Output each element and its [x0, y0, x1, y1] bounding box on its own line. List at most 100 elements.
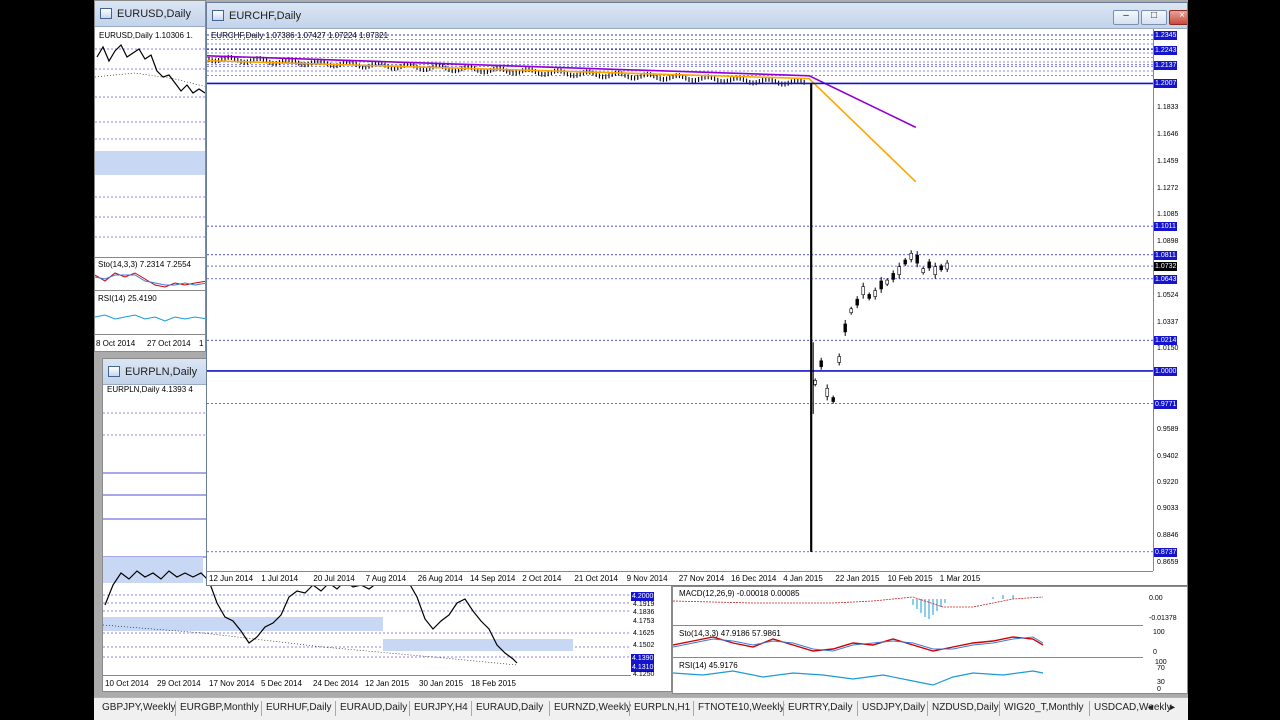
eurchf-date-label: 27 Nov 2014 [678, 574, 725, 583]
price-candle-body [915, 254, 919, 264]
eurpln-date-label: 29 Oct 2014 [157, 679, 201, 688]
eurchf-price-box: 0.8737 [1154, 547, 1178, 557]
eurchf-price-axis[interactable]: 1.1833 1.1646 1.1459 1.1272 1.1085 1.0898 1.05… [1153, 29, 1187, 571]
eurchf-price-box: 1.1011 [1154, 222, 1177, 232]
tab-separator [549, 701, 550, 716]
price-candle-body [813, 380, 817, 385]
chart-tab[interactable]: EURGBP,Monthly [180, 702, 259, 713]
eurpln-price-box: 4.1390 [631, 654, 655, 663]
price-candle-body [837, 356, 841, 363]
eurchf-date-label: 22 Jan 2015 [835, 574, 880, 583]
chart-tabs-bar: ◄ ► GBPJPY,Weekly EURGBP,Monthly EURHUF,Da… [94, 697, 1188, 720]
price-candle-body [879, 280, 883, 290]
eurchf-date-label: 12 Jun 2014 [209, 574, 254, 583]
eurchf-date-axis[interactable]: 12 Jun 2014 1 Jul 2014 20 Jul 2014 7 Aug 20… [207, 571, 1153, 585]
price-candle-body [819, 360, 823, 368]
eurpln-date-label: 17 Nov 2014 [209, 679, 255, 688]
price-candle-body [825, 388, 829, 397]
macd-level-label: 0.00 [1149, 595, 1163, 602]
macd-histogram[interactable] [673, 593, 1143, 623]
price-candle-body [831, 397, 835, 402]
chart-tab[interactable]: USDJPY,Daily [862, 702, 925, 713]
eurchf-date-label: 20 Jul 2014 [313, 574, 355, 583]
eurchf-date-label: 16 Dec 2014 [731, 574, 777, 583]
eurchf-date-label: 4 Jan 2015 [783, 574, 823, 583]
chart-tab[interactable]: EURAUD,Daily [340, 702, 407, 713]
close-button[interactable]: × [1169, 10, 1187, 25]
eurpln-date-label: 18 Feb 2015 [471, 679, 516, 688]
price-candle-body [855, 298, 859, 306]
eurchf-price-label: 1.0150 [1157, 345, 1179, 353]
tab-separator [999, 701, 1000, 716]
chart-tab[interactable]: NZDUSD,Daily [932, 702, 999, 713]
tab-separator [471, 701, 472, 716]
eurchf-date-label: 21 Oct 2014 [574, 574, 618, 583]
chart-tab[interactable]: EURNZD,Weekly [554, 702, 631, 713]
maximize-button[interactable]: □ [1141, 10, 1167, 25]
eurchf-price-label: 0.9589 [1157, 425, 1179, 433]
eurusd-window-title: EURUSD,Daily [117, 8, 191, 20]
eurusd-rsi-label: RSI(14) 25.4190 [98, 294, 157, 303]
eurchf-chart-window[interactable]: EURCHF,Daily – □ × EURCHF,Daily 1.07386 … [206, 2, 1188, 586]
eurchf-price-label: 1.1459 [1157, 157, 1179, 165]
sto-level-label: 0 [1153, 649, 1157, 656]
eurpln-date-label: 5 Dec 2014 [261, 679, 302, 688]
tab-separator [783, 701, 784, 716]
chart-tab[interactable]: WIG20_T,Monthly [1004, 702, 1083, 713]
eurchf-date-label: 10 Feb 2015 [887, 574, 933, 583]
macd-level-label: -0.01378 [1149, 615, 1177, 622]
minimize-icon: – [1123, 10, 1129, 21]
eurpln-price-label: 4.1919 [633, 601, 655, 608]
eurchf-price-box: 1.2137 [1154, 60, 1178, 70]
eurchf-price-box: 1.2345 [1154, 31, 1178, 40]
eurchf-price-label: 1.0524 [1157, 291, 1179, 299]
eurchf-date-label: 2 Oct 2014 [522, 574, 562, 583]
eurchf-price-label: 1.1085 [1157, 211, 1179, 219]
eurchf-price-box: 1.0811 [1154, 250, 1177, 260]
sto-chart[interactable] [673, 631, 1143, 657]
eurchf-date-label: 9 Nov 2014 [626, 574, 668, 583]
eurpln-price-label: 4.1250 [633, 671, 655, 678]
tab-separator [927, 701, 928, 716]
eurchf-date-label: 14 Sep 2014 [470, 574, 516, 583]
eurusd-rsi-chart[interactable] [95, 305, 206, 329]
eurpln-date-label: 30 Jan 2015 [419, 679, 464, 688]
eurusd-chart-window[interactable]: EURUSD,Daily EURUSD,Daily 1.10306 1. Sto… [94, 0, 206, 352]
price-candle-body [897, 266, 901, 275]
price-candle-body [885, 279, 889, 285]
chart-tab[interactable]: FTNOTE10,Weekly [698, 702, 785, 713]
eurusd-title-bar[interactable]: EURUSD,Daily [95, 1, 205, 27]
eurchf-price-box: 1.2243 [1154, 45, 1178, 55]
eurchf-date-label: 26 Aug 2014 [417, 574, 463, 583]
indicator-chart-window[interactable]: MACD(12,26,9) -0.00018 0.00085 0.00 -0.0… [672, 586, 1188, 694]
chart-tab[interactable]: GBPJPY,Weekly [102, 702, 176, 713]
chart-tab[interactable]: EURTRY,Daily [788, 702, 852, 713]
moving-average-line [207, 54, 917, 129]
eurusd-price-chart[interactable] [95, 27, 206, 257]
eurchf-price-chart[interactable] [207, 29, 1153, 571]
eurchf-price-label: 0.9402 [1157, 452, 1179, 460]
rsi-level-label: 0 [1157, 686, 1161, 693]
eurchf-date-label: 1 Mar 2015 [939, 574, 981, 583]
rsi-chart[interactable] [673, 663, 1143, 691]
minimize-button[interactable]: – [1113, 10, 1139, 25]
eurchf-title-bar[interactable]: EURCHF,Daily – □ × [207, 3, 1187, 29]
tab-separator [629, 701, 630, 716]
eurchf-date-label: 7 Aug 2014 [365, 574, 407, 583]
chart-tab[interactable]: EURHUF,Daily [266, 702, 332, 713]
chart-tab[interactable]: EURPLN,H1 [634, 702, 690, 713]
tab-separator [1089, 701, 1090, 716]
chart-tab[interactable]: USDCAD,Weekly [1094, 702, 1172, 713]
price-candle-body [903, 259, 907, 265]
price-candle-body [849, 308, 853, 314]
eurchf-price-label: 1.0337 [1157, 318, 1179, 326]
eurusd-sto-chart[interactable] [95, 269, 206, 289]
eurchf-window-title: EURCHF,Daily [229, 10, 302, 22]
chart-window-icon [212, 10, 224, 21]
eurpln-price-label: 4.1753 [633, 618, 655, 625]
eurpln-price-box: 4.2000 [631, 592, 655, 601]
chart-tab[interactable]: EURJPY,H4 [414, 702, 468, 713]
chart-tab[interactable]: EURAUD,Daily [476, 702, 543, 713]
eurchf-price-label: 1.0898 [1157, 238, 1179, 246]
price-candle-body [921, 268, 925, 273]
